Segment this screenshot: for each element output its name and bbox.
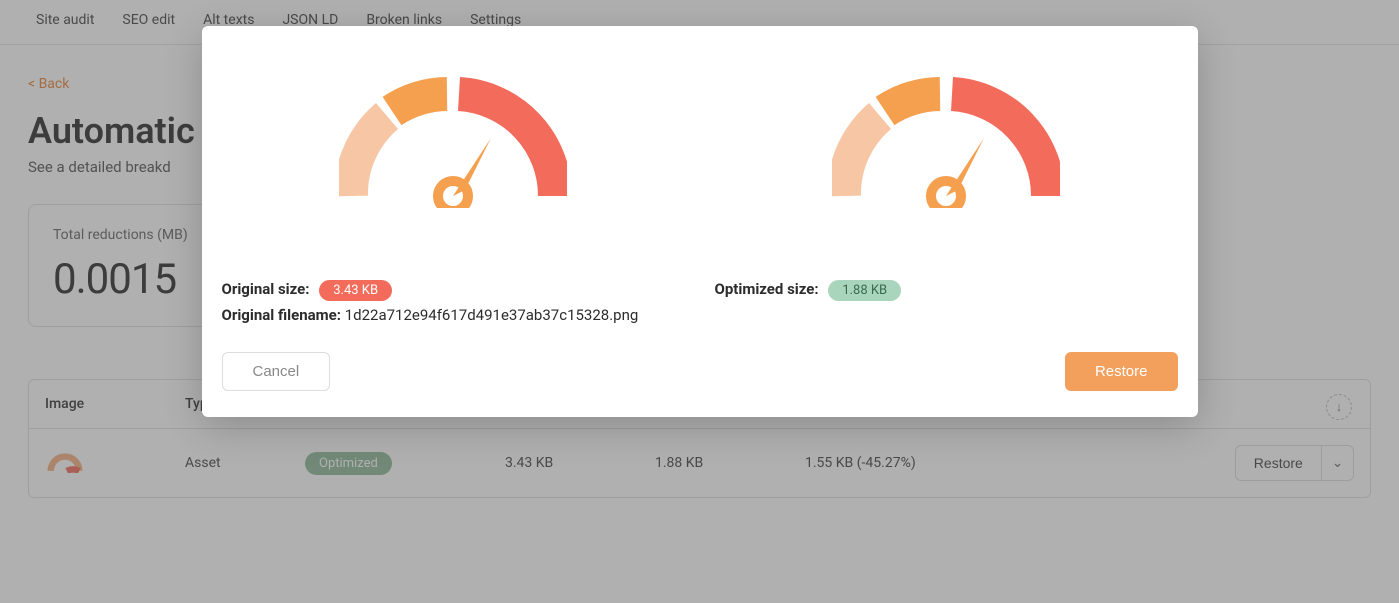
original-size-pill: 3.43 KB (319, 280, 392, 301)
modal-footer: Cancel Restore (202, 334, 1198, 391)
filename-label: Original filename: (222, 306, 341, 324)
original-size-label: Original size: (222, 280, 310, 298)
filename-value: 1d22a712e94f617d491e37ab37c15328.png (345, 306, 639, 324)
filename-row: Original filename: 1d22a712e94f617d491e3… (222, 306, 685, 324)
optimized-size-row: Optimized size: 1.88 KB (715, 280, 1178, 298)
image-compare-modal: Original size: 3.43 KB Original filename… (202, 26, 1198, 417)
optimized-image-preview (715, 74, 1178, 208)
original-size-row: Original size: 3.43 KB (222, 280, 685, 298)
original-column: Original size: 3.43 KB Original filename… (222, 74, 685, 324)
cancel-button[interactable]: Cancel (222, 352, 331, 391)
optimized-size-pill: 1.88 KB (828, 280, 901, 301)
optimized-column: Optimized size: 1.88 KB (715, 74, 1178, 324)
modal-overlay[interactable]: Original size: 3.43 KB Original filename… (0, 0, 1399, 603)
optimized-size-label: Optimized size: (715, 280, 819, 298)
restore-button[interactable]: Restore (1065, 352, 1178, 391)
original-image-preview (222, 74, 685, 208)
